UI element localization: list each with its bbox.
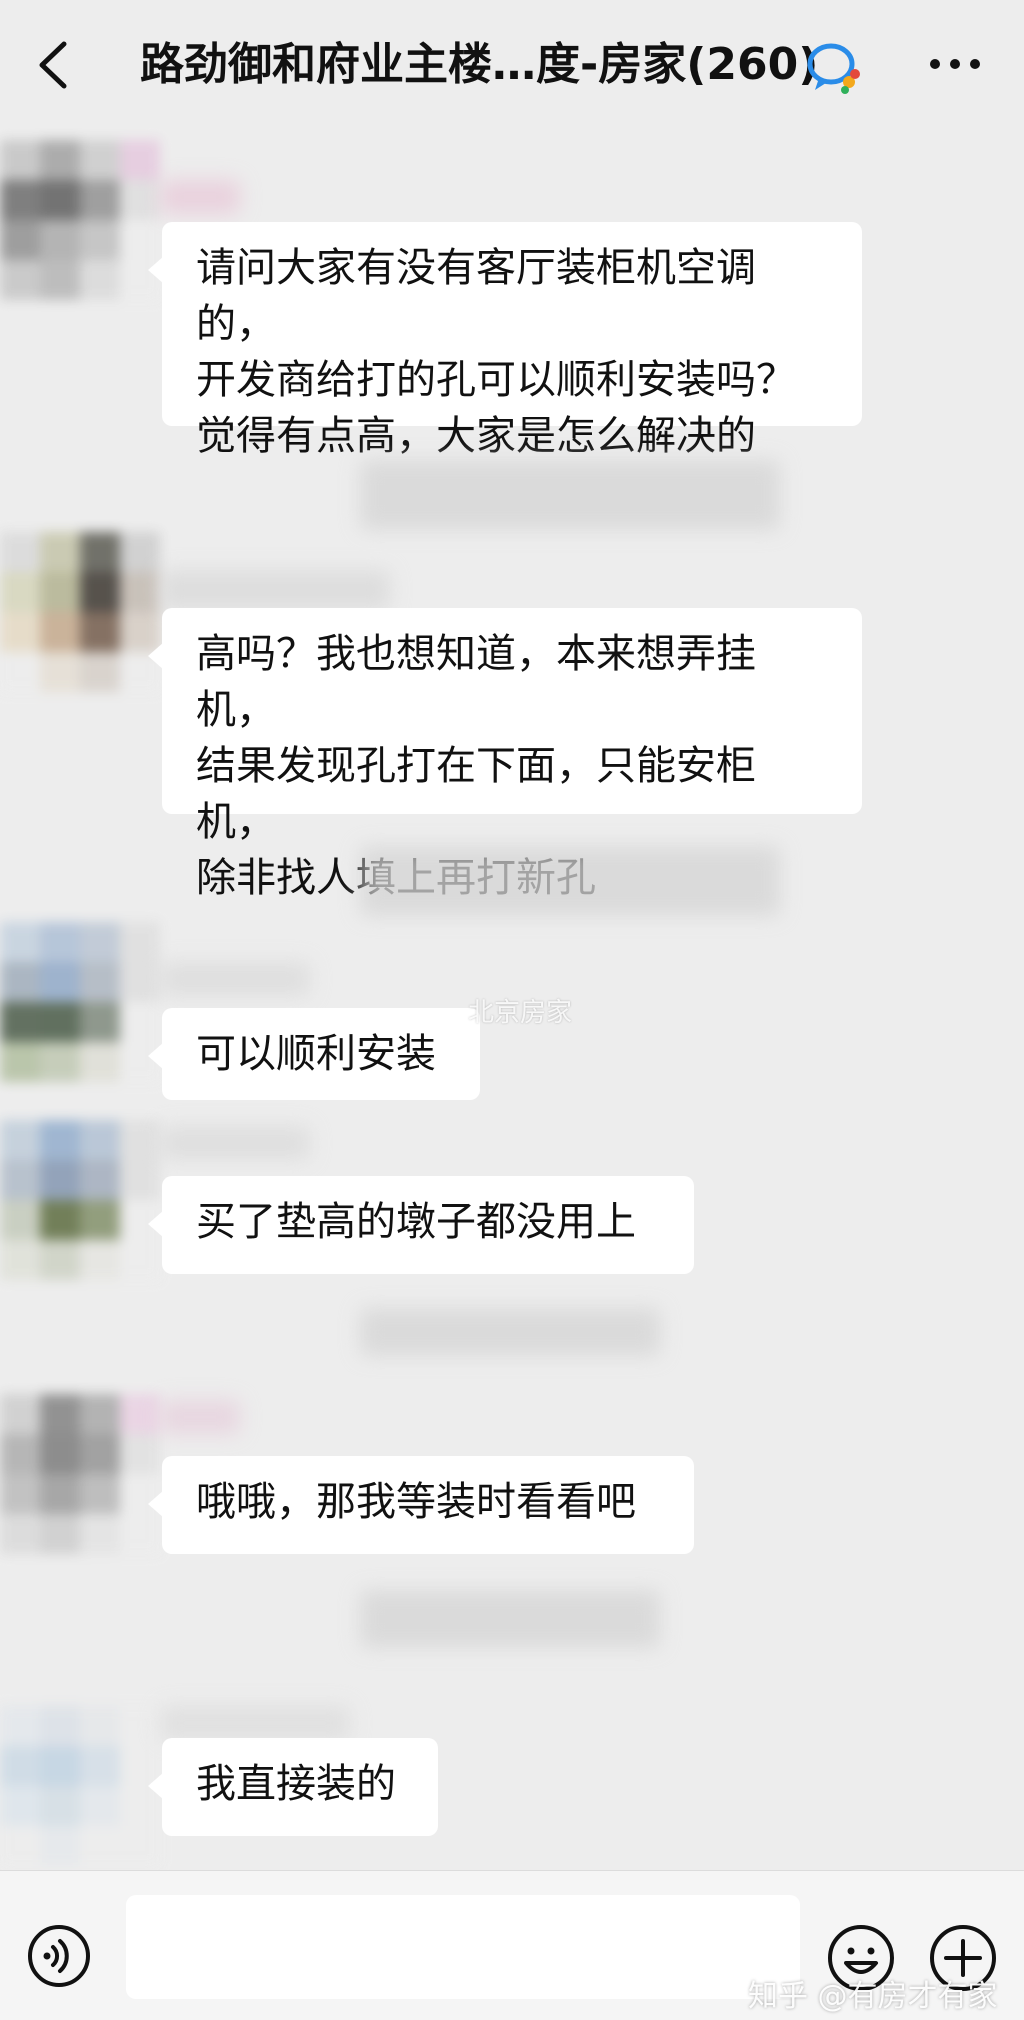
zhihu-watermark: 知乎 @有房才有家 [748, 1979, 998, 2014]
blurred-timestamp [360, 1590, 660, 1648]
avatar[interactable] [0, 1706, 160, 1866]
more-dots-icon[interactable] [925, 44, 985, 84]
blurred-sender-name [160, 1126, 310, 1160]
blurred-timestamp [360, 460, 780, 530]
message-bubble[interactable]: 哦哦，那我等装时看看吧 [148, 1456, 694, 1554]
weibo-watermark: 北京房家 [468, 998, 573, 1028]
voice-icon[interactable] [26, 1923, 92, 1989]
message-input[interactable] [126, 1895, 800, 1999]
blurred-timestamp [360, 1308, 660, 1356]
blurred-sender-name [160, 1706, 350, 1740]
message-bubble[interactable]: 请问大家有没有客厅装柜机空调的， 开发商给打的孔可以顺利安装吗？ 觉得有点高，大… [148, 222, 862, 459]
avatar[interactable] [0, 140, 160, 300]
wecom-chat-icon [807, 43, 860, 94]
avatar[interactable] [0, 1120, 160, 1280]
chat-header: 路劲御和府业主楼…度-房家(260) [0, 0, 1024, 130]
blurred-sender-name [160, 180, 240, 214]
message-bubble[interactable]: 我直接装的 [148, 1738, 438, 1836]
blurred-timestamp [360, 846, 780, 916]
blurred-sender-name [160, 962, 310, 996]
chat-title: 路劲御和府业主楼…度-房家(260) [140, 39, 819, 90]
avatar[interactable] [0, 532, 160, 692]
message-bubble[interactable]: 高吗？我也想知道，本来想弄挂机， 结果发现孔打在下面，只能安柜机， 除非找人填上… [148, 608, 862, 901]
blurred-sender-name [160, 570, 390, 610]
chevron-left-icon[interactable] [34, 40, 74, 90]
avatar[interactable] [0, 1394, 160, 1554]
input-toolbar: 知乎 @有房才有家 [0, 1870, 1024, 2020]
blurred-sender-name [160, 1400, 240, 1434]
avatar[interactable] [0, 922, 160, 1082]
message-bubble[interactable]: 买了垫高的墩子都没用上 [148, 1176, 694, 1274]
message-bubble[interactable]: 可以顺利安装 [148, 1008, 480, 1100]
